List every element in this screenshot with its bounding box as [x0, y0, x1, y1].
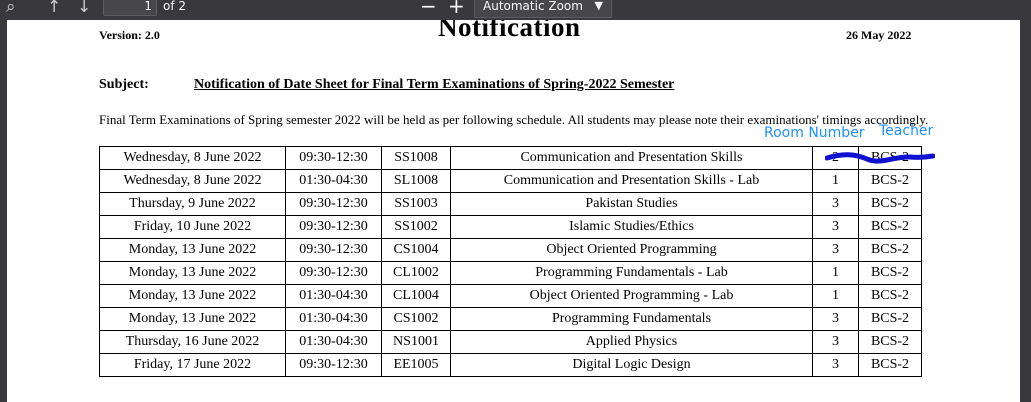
cell-cls: BCS-2	[858, 215, 922, 239]
page-number-input[interactable]: 1	[103, 0, 157, 16]
pdf-page: Version: 2.0 Notification 26 May 2022 Su…	[7, 20, 1020, 402]
cell-time: 09:30-12:30	[285, 353, 382, 377]
cell-code: SS1003	[381, 192, 451, 216]
cell-room: 1	[812, 261, 859, 285]
cell-code: SS1008	[381, 146, 451, 170]
table-row: Monday, 13 June 2022 09:30-12:30 CS1004 Obj…	[99, 238, 922, 262]
cell-cls: BCS-2	[858, 169, 922, 193]
subject-label: Subject:	[99, 77, 149, 92]
cell-cls: BCS-2	[858, 192, 922, 216]
cell-course: Digital Logic Design	[450, 353, 813, 377]
search-icon[interactable]: ⌕	[6, 0, 16, 17]
cell-time: 01:30-04:30	[285, 307, 382, 331]
document-title: Notification	[438, 20, 581, 42]
cell-date: Monday, 13 June 2022	[99, 238, 286, 262]
cell-room: 3	[812, 192, 859, 216]
cell-date: Monday, 13 June 2022	[99, 284, 286, 308]
document-version: Version: 2.0	[99, 28, 160, 42]
cell-room: 3	[812, 330, 859, 354]
arrow-down-icon[interactable]: ↓	[77, 0, 91, 17]
table-row: Wednesday, 8 June 2022 09:30-12:30 SS1008 C…	[99, 146, 922, 170]
cell-code: SS1002	[381, 215, 451, 239]
cell-course: Object Oriented Programming	[450, 238, 813, 262]
cell-time: 01:30-04:30	[285, 284, 382, 308]
cell-time: 09:30-12:30	[285, 261, 382, 285]
cell-date: Monday, 13 June 2022	[99, 307, 286, 331]
cell-course: Communication and Presentation Skills - …	[450, 169, 813, 193]
cell-code: CS1002	[381, 307, 451, 331]
cell-code: EE1005	[381, 353, 451, 377]
cell-code: NS1001	[381, 330, 451, 354]
cell-course: Communication and Presentation Skills	[450, 146, 813, 170]
chevron-down-icon: ▼	[594, 0, 603, 12]
zoom-out-button[interactable]: −	[420, 0, 437, 18]
table-row: Thursday, 9 June 2022 09:30-12:30 SS1003 Pa…	[99, 192, 922, 216]
cell-course: Programming Fundamentals	[450, 307, 813, 331]
cell-room: 3	[812, 215, 859, 239]
cell-time: 09:30-12:30	[285, 238, 382, 262]
cell-date: Wednesday, 8 June 2022	[99, 146, 286, 170]
teacher-annotation: Teacher	[879, 123, 934, 139]
zoom-select[interactable]: Automatic Zoom ▼	[474, 0, 612, 18]
cell-room: 3	[812, 238, 859, 262]
cell-time: 01:30-04:30	[285, 330, 382, 354]
table-row: Monday, 13 June 2022 01:30-04:30 CS1002 Pro…	[99, 307, 922, 331]
cell-cls: BCS-2	[858, 307, 922, 331]
ink-scribble	[825, 152, 935, 164]
cell-room: 1	[812, 284, 859, 308]
cell-cls: BCS-2	[858, 353, 922, 377]
cell-course: Applied Physics	[450, 330, 813, 354]
cell-time: 09:30-12:30	[285, 215, 382, 239]
table-row: Friday, 17 June 2022 09:30-12:30 EE1005 Dig…	[99, 353, 922, 377]
cell-room: 1	[812, 169, 859, 193]
page-total: of 2	[163, 0, 187, 13]
cell-cls: BCS-2	[858, 238, 922, 262]
schedule-table: Wednesday, 8 June 2022 09:30-12:30 SS1008 C…	[99, 146, 922, 377]
cell-cls: BCS-2	[858, 261, 922, 285]
cell-date: Friday, 17 June 2022	[99, 353, 286, 377]
zoom-select-value: Automatic Zoom	[483, 0, 583, 13]
table-row: Monday, 13 June 2022 09:30-12:30 CL1002 Pro…	[99, 261, 922, 285]
table-row: Thursday, 16 June 2022 01:30-04:30 NS1001 A…	[99, 330, 922, 354]
cell-code: SL1008	[381, 169, 451, 193]
cell-course: Pakistan Studies	[450, 192, 813, 216]
room-number-annotation: Room Number	[764, 125, 865, 141]
table-row: Wednesday, 8 June 2022 01:30-04:30 SL1008 C…	[99, 169, 922, 193]
table-row: Monday, 13 June 2022 01:30-04:30 CL1004 Obj…	[99, 284, 922, 308]
cell-date: Thursday, 9 June 2022	[99, 192, 286, 216]
zoom-in-button[interactable]: +	[448, 0, 465, 18]
cell-date: Monday, 13 June 2022	[99, 261, 286, 285]
cell-room: 3	[812, 307, 859, 331]
cell-code: CL1002	[381, 261, 451, 285]
document-date: 26 May 2022	[846, 28, 912, 42]
cell-room: 3	[812, 353, 859, 377]
cell-code: CS1004	[381, 238, 451, 262]
cell-time: 01:30-04:30	[285, 169, 382, 193]
cell-time: 09:30-12:30	[285, 146, 382, 170]
cell-cls: BCS-2	[858, 330, 922, 354]
cell-date: Thursday, 16 June 2022	[99, 330, 286, 354]
pdf-toolbar: ⌕ ↑ ↓ 1 of 2 − + Automatic Zoom ▼	[0, 0, 1031, 20]
subject-text: Notification of Date Sheet for Final Ter…	[194, 77, 675, 92]
cell-cls: BCS-2	[858, 284, 922, 308]
cell-time: 09:30-12:30	[285, 192, 382, 216]
cell-course: Programming Fundamentals - Lab	[450, 261, 813, 285]
cell-code: CL1004	[381, 284, 451, 308]
table-row: Friday, 10 June 2022 09:30-12:30 SS1002 Isl…	[99, 215, 922, 239]
cell-course: Islamic Studies/Ethics	[450, 215, 813, 239]
cell-date: Wednesday, 8 June 2022	[99, 169, 286, 193]
arrow-up-icon[interactable]: ↑	[47, 0, 61, 17]
cell-date: Friday, 10 June 2022	[99, 215, 286, 239]
cell-course: Object Oriented Programming - Lab	[450, 284, 813, 308]
